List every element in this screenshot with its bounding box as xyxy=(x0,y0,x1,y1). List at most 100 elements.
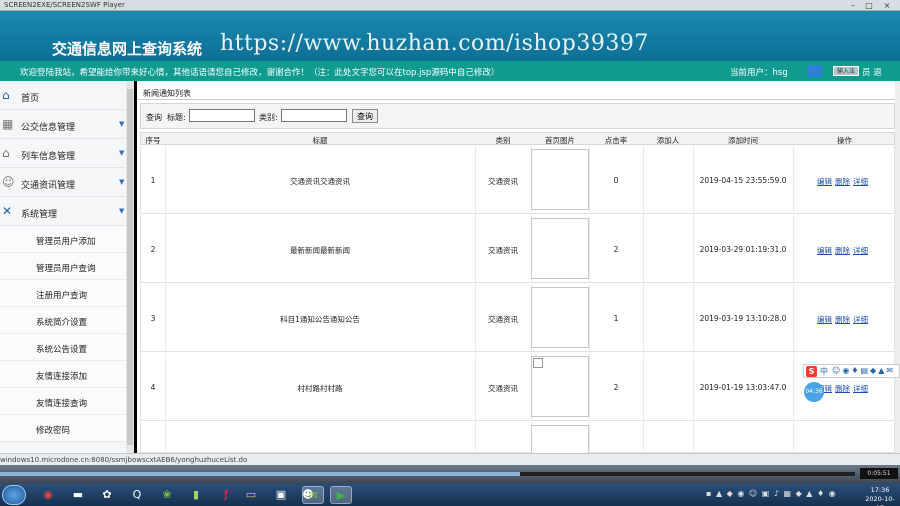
watermark-url: https://www.huzhan.com/ishop39397 xyxy=(220,31,649,56)
detail-link[interactable]: 详细 xyxy=(853,177,868,186)
app-header: 交通信息网上查询系统 https://www.huzhan.com/ishop3… xyxy=(0,11,900,61)
panel-title-text: 新闻通知列表 xyxy=(143,89,191,98)
sidebar-sub-add-link[interactable]: 友情连接添加 xyxy=(0,361,126,388)
sidebar-sub-query-users[interactable]: 注册用户查询 xyxy=(0,280,126,307)
logout-link[interactable]: 员 退 xyxy=(862,66,882,78)
chart-app-icon[interactable]: ▮ xyxy=(186,486,206,504)
delete-link[interactable]: 删除 xyxy=(835,384,850,393)
detail-link[interactable]: 详细 xyxy=(853,246,868,255)
cell-divider xyxy=(793,215,794,283)
media-icon[interactable]: ▬ xyxy=(68,486,88,504)
cell-divider xyxy=(793,284,794,352)
sub-item-label: 友情连接查询 xyxy=(36,399,88,409)
sidebar-sub-change-password[interactable]: 修改密码 xyxy=(0,415,126,442)
cell-divider xyxy=(643,353,644,421)
sidebar: ⌂ 首页 ▦ 公交信息管理 ▼ ⌂ 列车信息管理 ▼ ☺ 交通资讯管理 ▼ ✕ … xyxy=(0,81,134,453)
sidebar-scrollbar-thumb[interactable] xyxy=(127,89,133,445)
row-no: 1 xyxy=(150,176,156,185)
leaf-app-icon[interactable]: ❀ xyxy=(157,486,177,504)
sidebar-sub-notice-settings[interactable]: 系统公告设置 xyxy=(0,334,126,361)
detail-link[interactable]: 详细 xyxy=(853,384,868,393)
search-bar: 查询 标题: 类别: 查询 xyxy=(140,103,895,129)
main-scrollbar[interactable] xyxy=(895,81,900,453)
grid-icon: ▦ xyxy=(2,117,14,131)
user-icon: ☺ xyxy=(2,175,15,189)
edit-link[interactable]: 编辑 xyxy=(817,177,832,186)
minimize-button[interactable]: – xyxy=(846,1,860,10)
row-title: 最新新闻最新新闻 xyxy=(290,246,350,255)
flash-icon[interactable]: ƒ xyxy=(216,486,236,504)
sub-item-label: 友情连接添加 xyxy=(36,372,88,382)
delete-link[interactable]: 删除 xyxy=(835,315,850,324)
player-app-icon[interactable]: ▶ xyxy=(330,486,352,504)
network-icon[interactable]: ✿ xyxy=(97,486,117,504)
table-row: 1 交通资讯交通资讯 交通资讯 0 2019-04-15 23:55:59.0 编辑 删除详… xyxy=(140,146,895,214)
sidebar-item-train[interactable]: ⌂ 列车信息管理 ▼ xyxy=(0,139,126,168)
title-search-input[interactable] xyxy=(189,109,255,122)
detail-link[interactable]: 详细 xyxy=(853,315,868,324)
chrome-icon[interactable]: ◉ xyxy=(38,486,58,504)
cell-divider xyxy=(643,146,644,214)
sidebar-sub-query-admin[interactable]: 管理员用户查询 xyxy=(0,253,126,280)
system-tray-icons[interactable]: ▪ ▲ ◆ ◉ ☺ ▣ ♪ ▦ ◆ ▲ ♦ ◉ xyxy=(706,489,837,498)
start-button[interactable] xyxy=(2,485,26,505)
row-title: 科目1通知公告通知公告 xyxy=(280,315,360,324)
search-button[interactable]: 查询 xyxy=(352,109,378,123)
folder-icon[interactable]: ▭ xyxy=(241,486,261,504)
chevron-down-icon: ▼ xyxy=(119,120,125,128)
clock-time: 17:36 xyxy=(870,486,890,494)
welcome-message: 欢迎登陆我站，希望能给你带来好心情，其他话语请您自己修改，谢谢合作！（注：此处文… xyxy=(20,68,500,78)
row-clicks: 0 xyxy=(613,176,619,185)
sub-item-label: 管理员用户添加 xyxy=(36,237,96,247)
main-panel: 新闻通知列表 查询 标题: 类别: 查询 序号 标题 类别 首页图片 点击率 添… xyxy=(137,81,900,490)
row-thumbnail xyxy=(531,356,589,417)
sidebar-sub-query-link[interactable]: 友情连接查询 xyxy=(0,388,126,415)
cell-divider xyxy=(643,215,644,283)
row-no: 4 xyxy=(150,383,156,392)
terminal-icon[interactable]: ▣ xyxy=(271,486,291,504)
train-icon: ⌂ xyxy=(2,146,10,160)
type-search-input[interactable] xyxy=(281,109,347,122)
ime-status-icon xyxy=(808,65,822,77)
search-app-icon[interactable]: Q xyxy=(127,486,147,504)
row-type: 交通资讯 xyxy=(488,177,518,186)
delete-link[interactable]: 删除 xyxy=(835,177,850,186)
cell-divider xyxy=(643,284,644,352)
chevron-down-icon: ▼ xyxy=(119,178,125,186)
sidebar-item-label: 交通资讯管理 xyxy=(21,181,76,191)
edit-link[interactable]: 编辑 xyxy=(817,246,832,255)
row-actions: 编辑删除详细 xyxy=(817,314,871,325)
taskbar-clock[interactable]: 17:36 2020-10-17 xyxy=(862,486,898,506)
sidebar-sub-intro-settings[interactable]: 系统简介设置 xyxy=(0,307,126,334)
col-image: 首页图片 xyxy=(545,136,575,145)
sidebar-sub-add-admin[interactable]: 管理员用户添加 xyxy=(0,226,126,253)
sidebar-item-label: 列车信息管理 xyxy=(21,152,76,162)
wechat-icon[interactable]: ✉ xyxy=(302,486,324,504)
row-type: 交通资讯 xyxy=(488,246,518,255)
delete-link[interactable]: 删除 xyxy=(835,246,850,255)
ime-lang-indicator[interactable]: 中 xyxy=(820,366,828,377)
table-row: 2 最新新闻最新新闻 交通资讯 2 2019-03-29 01:19:31.0 编辑 删除详… xyxy=(140,215,895,283)
row-time: 2019-03-29 01:19:31.0 xyxy=(699,245,787,254)
sidebar-scrollbar[interactable] xyxy=(126,81,134,453)
row-type: 交通资讯 xyxy=(488,384,518,393)
close-button[interactable]: × xyxy=(880,1,894,10)
cell-divider xyxy=(793,353,794,421)
col-title: 标题 xyxy=(312,136,328,145)
col-ops: 操作 xyxy=(837,136,852,145)
ime-timer-badge: 04:36 xyxy=(804,382,824,402)
table-row: 3 科目1通知公告通知公告 交通资讯 1 2019-03-19 13:10:28.0 编辑… xyxy=(140,284,895,352)
sidebar-item-home[interactable]: ⌂ 首页 xyxy=(0,81,126,110)
maximize-button[interactable]: □ xyxy=(862,1,876,10)
sidebar-item-bus[interactable]: ▦ 公交信息管理 ▼ xyxy=(0,110,126,139)
row-clicks: 1 xyxy=(613,314,619,323)
sidebar-item-news[interactable]: ☺ 交通资讯管理 ▼ xyxy=(0,168,126,197)
status-url: windows10.microdone.cn:8080/ssmjbowscxtA… xyxy=(0,456,248,464)
ime-toolbar[interactable]: S 中 ☺◉♦▤◆▲✉ xyxy=(803,364,900,378)
row-time: 2019-01-19 13:03:47.0 xyxy=(699,383,787,392)
ime-tools-icon[interactable]: ☺◉♦▤◆▲✉ xyxy=(832,366,895,375)
edit-link[interactable]: 编辑 xyxy=(817,315,832,324)
browser-status-bar: windows10.microdone.cn:8080/ssmjbowscxtA… xyxy=(0,453,900,465)
sidebar-item-system[interactable]: ✕ 系统管理 ▼ xyxy=(0,197,126,226)
sub-item-label: 系统公告设置 xyxy=(36,345,88,355)
